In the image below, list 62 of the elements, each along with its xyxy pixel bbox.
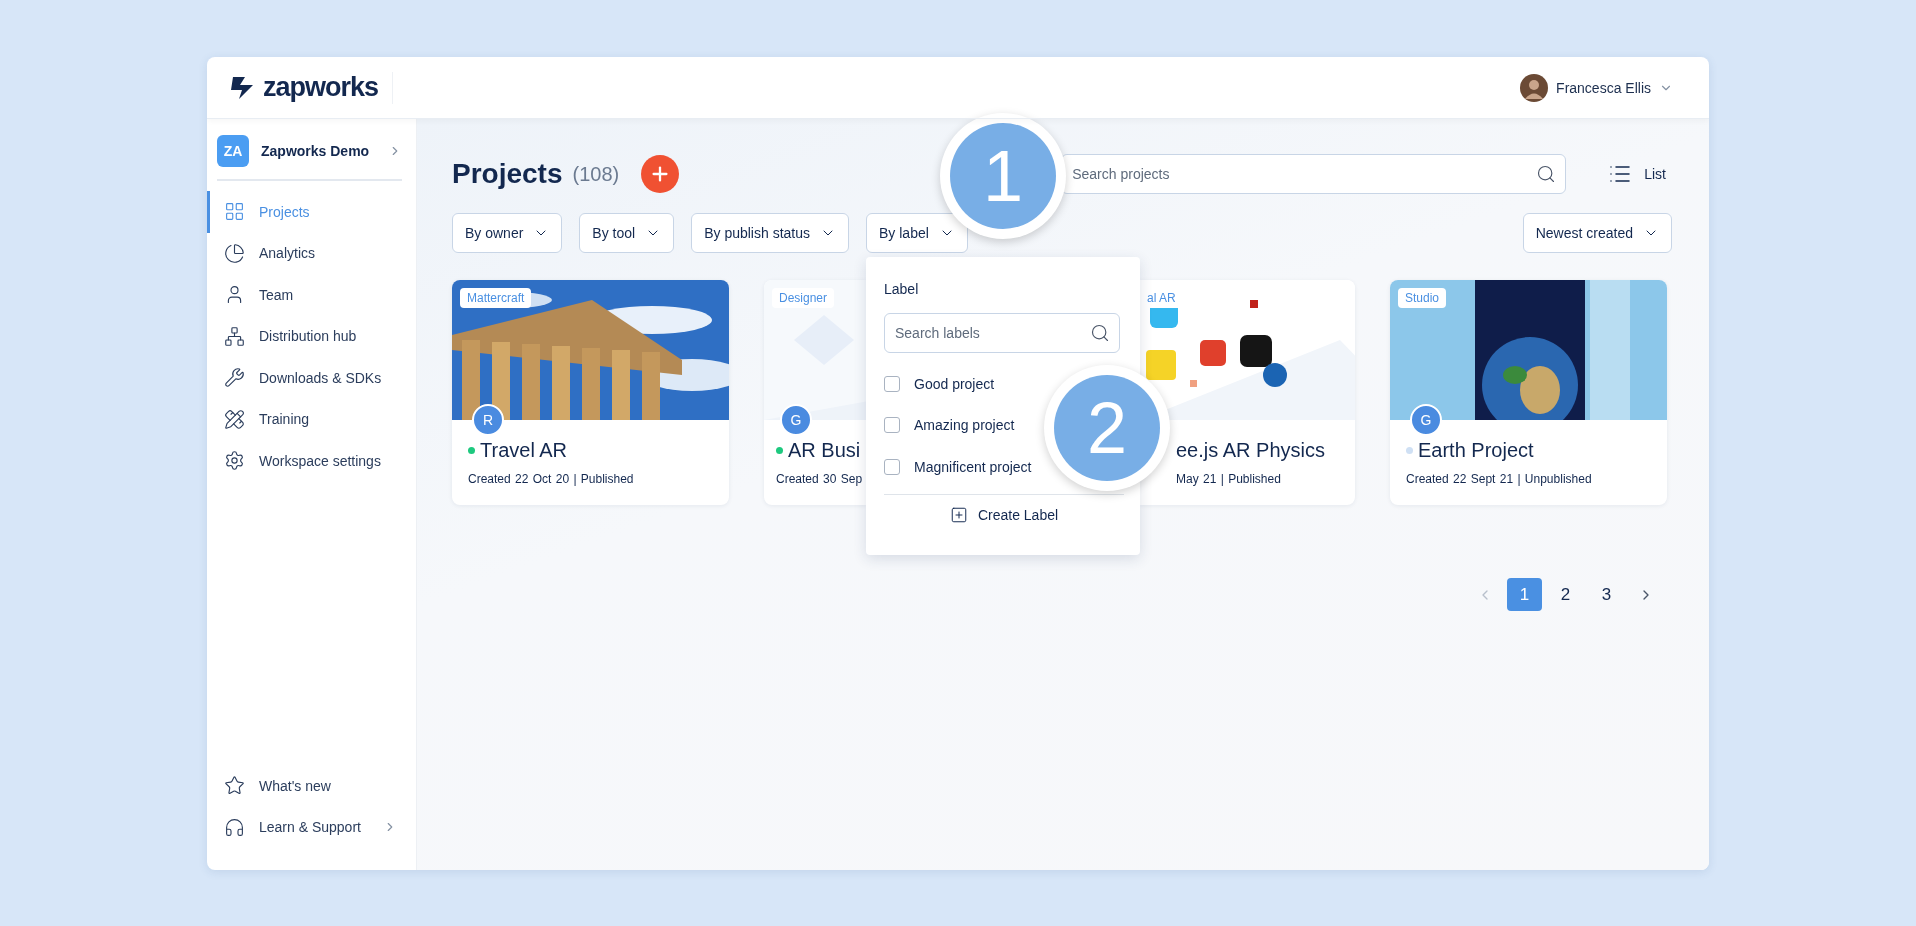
page-button[interactable]: 3	[1589, 578, 1624, 611]
nav-item[interactable]: Downloads & SDKs	[207, 357, 416, 399]
star-icon	[224, 775, 245, 797]
avatar-icon	[1520, 73, 1549, 102]
project-card[interactable]: Designer G AR Busi Created 30 Sep	[764, 280, 866, 505]
project-title: AR Busi	[788, 439, 861, 462]
project-card[interactable]: al AR ee.js AR Physics May 21 | Published	[1140, 280, 1355, 505]
nav-item[interactable]: Training	[207, 398, 416, 440]
logo-text: zapworks	[263, 72, 379, 103]
project-meta: Created 22 Oct 20 | Published	[468, 472, 635, 486]
headset-icon	[224, 816, 245, 838]
search-icon	[1090, 323, 1110, 343]
project-meta: Created 22 Sept 21 | Unpublished	[1406, 472, 1593, 486]
project-title: Earth Project	[1418, 439, 1534, 462]
ruler-pencil-icon	[224, 408, 245, 430]
nav-item[interactable]: Analytics	[207, 232, 416, 274]
project-title: ee.js AR Physics	[1176, 439, 1325, 462]
project-count: (108)	[572, 162, 620, 186]
workspace-switcher[interactable]: ZA Zapworks Demo	[217, 135, 402, 181]
owner-avatar: G	[1410, 404, 1442, 436]
tool-tag: Mattercraft	[460, 288, 532, 308]
project-card[interactable]: Mattercraft R Travel AR Created 22 Oct 20 | Published	[452, 280, 729, 505]
nav-item[interactable]: What's new	[207, 765, 416, 807]
filter-dropdown[interactable]: By tool	[579, 213, 675, 253]
page-button[interactable]: 2	[1548, 578, 1583, 611]
filter-dropdown[interactable]: By publish status	[691, 213, 849, 253]
add-project-button[interactable]	[641, 155, 680, 193]
filter-dropdown[interactable]: By owner	[452, 213, 563, 253]
gear-icon	[224, 450, 245, 472]
owner-avatar: G	[780, 404, 812, 436]
workspace-name: Zapworks Demo	[261, 143, 371, 159]
user-menu-button[interactable]: Francesca Ellis	[1514, 72, 1679, 103]
tool-tag: Studio	[1398, 288, 1447, 308]
nav-item[interactable]: Workspace settings	[207, 440, 416, 482]
search-icon	[1536, 164, 1557, 184]
checkbox[interactable]	[884, 417, 900, 434]
network-icon	[224, 325, 245, 347]
project-meta: May 21 | Published	[1176, 472, 1282, 486]
project-title: Travel AR	[480, 439, 568, 462]
nav-item[interactable]: Team	[207, 274, 416, 316]
nav-item[interactable]: Learn & Support	[207, 806, 416, 848]
plus-square-icon	[949, 505, 968, 524]
checkbox[interactable]	[884, 375, 900, 392]
create-label-button[interactable]: Create Label	[943, 504, 1065, 525]
tool-tag: Designer	[772, 288, 835, 308]
filter-dropdown[interactable]: By label	[866, 213, 968, 253]
pie-chart-icon	[224, 242, 245, 264]
sort-dropdown[interactable]: Newest created	[1522, 213, 1672, 253]
menu-title: Label	[884, 281, 920, 297]
search-field[interactable]: Search projects	[1061, 154, 1567, 194]
list-view-button[interactable]: List	[1602, 161, 1672, 187]
owner-avatar: R	[472, 404, 504, 436]
nav-item[interactable]: Distribution hub	[207, 315, 416, 357]
checkbox[interactable]	[884, 458, 900, 475]
workspace-badge: ZA	[217, 135, 249, 167]
project-meta: Created 30 Sep	[776, 472, 864, 486]
project-card[interactable]: Studio G Earth Project Created 22 Sept 21 | Unpublished	[1390, 280, 1667, 505]
wrench-icon	[224, 367, 245, 389]
label-search-field[interactable]: Search labels	[884, 313, 1120, 353]
page-title: Projects	[452, 158, 563, 190]
step-marker-tooltip: 1	[940, 113, 1066, 239]
grid-icon	[224, 201, 245, 223]
